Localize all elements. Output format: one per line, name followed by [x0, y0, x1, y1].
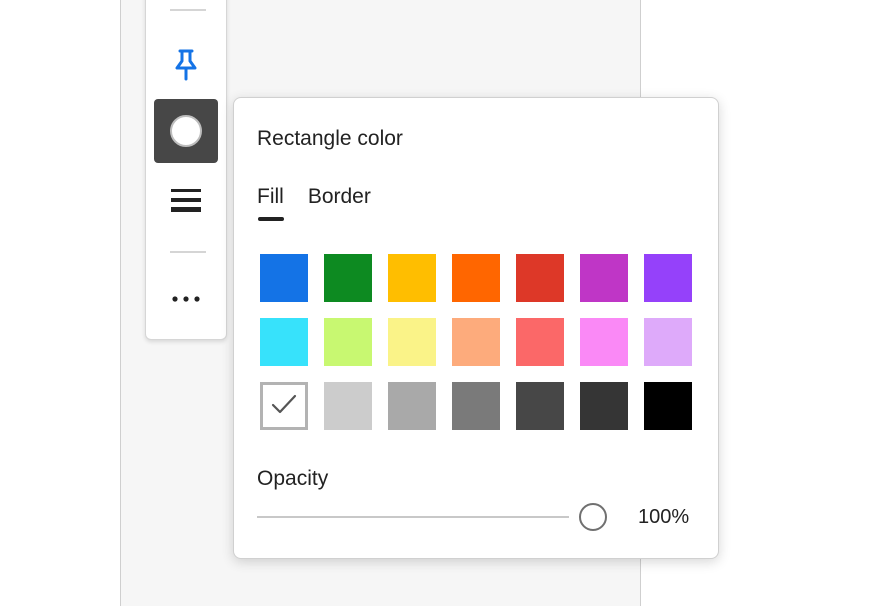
color-swatch[interactable]	[452, 382, 500, 430]
stroke-width-icon	[170, 187, 202, 220]
color-swatch[interactable]	[260, 318, 308, 366]
popover-title: Rectangle color	[257, 127, 403, 150]
color-swatch[interactable]	[452, 254, 500, 302]
opacity-value: 100%	[638, 506, 690, 528]
color-swatch[interactable]	[580, 382, 628, 430]
stroke-width-button[interactable]	[154, 171, 218, 235]
tab-border[interactable]: Border	[308, 185, 371, 221]
fill-color-swatch-icon	[170, 115, 202, 147]
color-target-tabs: Fill Border	[257, 185, 395, 221]
color-swatch-grid	[260, 254, 694, 430]
more-icon	[170, 290, 202, 308]
color-swatch[interactable]	[644, 318, 692, 366]
fill-color-button[interactable]	[154, 99, 218, 163]
color-picker-popover: Rectangle color Fill Border Opacity 100%	[233, 97, 719, 559]
checkmark-icon	[271, 393, 297, 420]
color-swatch[interactable]	[580, 254, 628, 302]
color-swatch[interactable]	[580, 318, 628, 366]
color-swatch[interactable]	[644, 254, 692, 302]
color-swatch[interactable]	[388, 382, 436, 430]
color-swatch[interactable]	[324, 254, 372, 302]
color-swatch[interactable]	[388, 254, 436, 302]
color-swatch[interactable]	[388, 318, 436, 366]
color-swatch[interactable]	[260, 254, 308, 302]
color-swatch[interactable]	[516, 254, 564, 302]
toolbar-divider	[170, 251, 206, 253]
color-swatch[interactable]	[324, 318, 372, 366]
color-swatch[interactable]	[324, 382, 372, 430]
pin-button[interactable]	[154, 35, 218, 99]
color-swatch[interactable]	[516, 382, 564, 430]
tab-fill[interactable]: Fill	[257, 185, 284, 221]
more-options-button[interactable]	[154, 267, 218, 331]
color-swatch[interactable]	[452, 318, 500, 366]
opacity-slider-track[interactable]	[257, 516, 569, 518]
color-swatch[interactable]	[644, 382, 692, 430]
annotation-toolbar	[145, 0, 227, 340]
opacity-slider-thumb[interactable]	[579, 503, 607, 531]
toolbar-divider	[170, 9, 206, 11]
color-swatch-selected[interactable]	[260, 382, 308, 430]
pin-icon	[172, 48, 200, 87]
color-swatch[interactable]	[516, 318, 564, 366]
opacity-label: Opacity	[257, 467, 329, 490]
